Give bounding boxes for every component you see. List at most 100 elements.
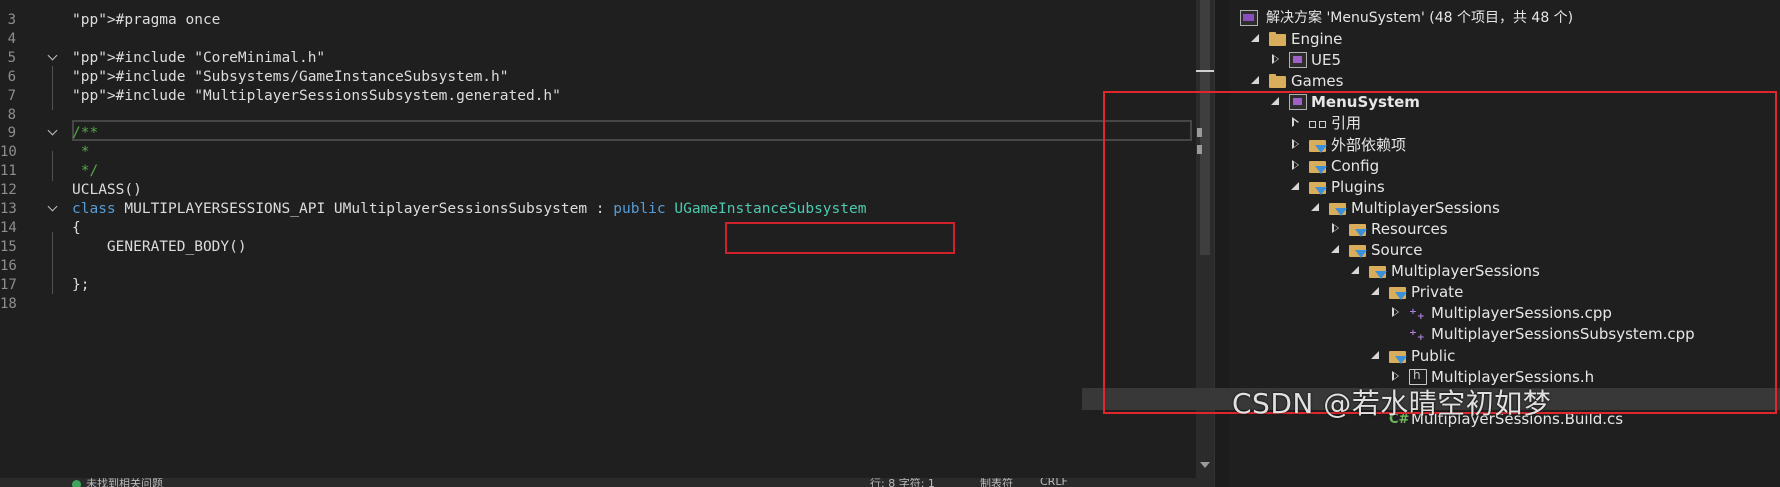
code-line[interactable]: 12 UCLASS() [0,180,1196,201]
expand-arrow-icon[interactable] [1271,97,1281,107]
code-line[interactable]: 10 * [0,142,1196,163]
editor-status-bar: 未找到相关问题 行: 8 字符: 1 制表符 CRLF [0,478,1214,487]
collapse-arrow-icon[interactable] [1291,159,1301,171]
tree-item-label: 引用 [1331,114,1362,133]
line-number: 6 [7,68,16,85]
code-line[interactable]: 7 "pp">#include "MultiplayerSessionsSubsy… [0,86,1196,107]
code-line[interactable]: 14 { [0,218,1196,239]
line-number: 9 [7,125,16,142]
line-number: 14 [0,219,17,236]
filter-folder-icon [1389,348,1407,364]
code-text: */ [72,163,99,180]
folder-icon [1269,73,1287,89]
tree-item-label: MultiplayerSessionsSubsystem.cpp [1431,325,1695,344]
panel-splitter[interactable] [1214,0,1230,487]
indent-mode[interactable]: 制表符 [980,478,1013,487]
code-line[interactable]: 9 /** [0,123,1196,144]
expand-arrow-icon[interactable] [1251,34,1261,44]
expand-arrow-icon[interactable] [1251,76,1261,86]
expand-arrow-icon[interactable] [1351,266,1361,276]
code-text: "pp">#include "MultiplayerSessionsSubsys… [72,87,561,104]
code-line[interactable]: 4 [0,29,1196,50]
code-editor[interactable]: 3 "pp">#pragma once 4 5 "pp">#include "CoreM… [0,0,1196,487]
tree-item-label: MultiplayerSessions [1351,198,1500,217]
tree-item-label: MultiplayerSessions [1391,262,1540,281]
code-line[interactable]: 15 GENERATED_BODY() [0,237,1196,258]
code-text: GENERATED_BODY() [72,238,247,255]
code-line[interactable]: 18 [0,294,1196,315]
scroll-marker [1196,70,1214,72]
code-line[interactable]: 17}; [0,275,1196,296]
tree-item-label: Public [1411,346,1456,365]
code-text: "pp">#include "Subsystems/GameInstanceSu… [72,68,509,85]
collapse-arrow-icon[interactable] [1391,307,1401,318]
code-line[interactable]: 8 [0,105,1196,126]
line-number: 10 [0,144,17,161]
expand-arrow-icon[interactable] [1311,202,1321,213]
collapse-arrow-icon[interactable] [1331,222,1341,234]
code-text: class MULTIPLAYERSESSIONS_API UMultiplay… [72,201,867,217]
code-line[interactable]: 16 [0,256,1196,277]
line-number: 11 [0,163,17,180]
code-text: "pp">#pragma once [72,12,221,28]
tree-item-label: 外部依赖项 [1331,135,1407,154]
tree-item-label: MenuSystem [1311,93,1420,112]
line-number: 13 [0,201,17,217]
code-line[interactable]: 5 "pp">#include "CoreMinimal.h" [0,48,1196,69]
tree-item-label: Private [1411,283,1464,302]
tree-item-label: Engine [1291,30,1343,48]
scroll-marker [1197,145,1202,154]
tree-item-label: Resources [1371,219,1448,238]
code-line[interactable]: 6 "pp">#include "Subsystems/GameInstanceS… [0,67,1196,88]
line-number: 12 [0,182,17,199]
tree-item-label: Games [1291,72,1344,91]
filter-folder-icon [1349,221,1367,237]
highlight-annotation-box [725,222,955,254]
code-text: { [72,219,81,236]
fold-chevron-icon[interactable] [48,129,58,137]
expand-arrow-icon[interactable] [1371,287,1381,297]
line-number: 7 [7,87,16,104]
line-number: 16 [0,257,17,274]
fold-chevron-icon[interactable] [48,54,58,62]
expand-arrow-icon[interactable] [1331,245,1341,255]
filter-folder-icon [1309,158,1327,174]
status-ok-icon [72,480,81,487]
code-text: /** [72,125,99,142]
code-text: "pp">#include "CoreMinimal.h" [72,49,326,66]
issues-status[interactable]: 未找到相关问题 [86,478,163,487]
code-line[interactable]: 3 "pp">#pragma once [0,10,1196,31]
line-number: 18 [0,295,17,312]
references-icon [1309,115,1327,131]
collapse-arrow-icon[interactable] [1391,370,1401,382]
tree-item-label: Config [1331,156,1380,175]
line-number: 3 [7,12,16,28]
tree-item-label: Source [1371,241,1423,259]
editor-vertical-scrollbar[interactable] [1196,0,1214,487]
line-number: 5 [7,49,16,66]
expand-arrow-icon[interactable] [1291,181,1301,192]
line-number: 15 [0,238,17,255]
filter-folder-icon [1309,137,1327,153]
fold-chevron-icon[interactable] [48,205,58,213]
scroll-down-arrow-icon[interactable] [1200,462,1210,468]
filter-folder-icon [1349,242,1367,258]
line-ending[interactable]: CRLF [1040,478,1068,487]
collapse-arrow-icon[interactable] [1291,117,1301,128]
tree-item-label: MultiplayerSessions.cpp [1431,304,1612,323]
expand-arrow-icon[interactable] [1371,350,1381,361]
code-line[interactable]: 13 class MULTIPLAYERSESSIONS_API UMultipl… [0,199,1196,220]
code-line[interactable]: 11 */ [0,161,1196,182]
filter-folder-icon [1369,263,1387,280]
project-icon [1289,94,1307,111]
cursor-position[interactable]: 行: 8 字符: 1 [870,478,935,487]
filter-folder-icon [1309,179,1327,195]
tree-item-label: Plugins [1331,177,1385,196]
line-number: 4 [7,30,16,47]
collapse-arrow-icon[interactable] [1291,138,1301,150]
code-text: UCLASS() [72,182,142,199]
cpp-file-icon: ⁺₊ [1409,326,1425,345]
collapse-arrow-icon[interactable] [1271,54,1281,65]
line-number: 17 [0,276,17,293]
watermark: CSDN @若水晴空初如梦 [1232,387,1552,420]
